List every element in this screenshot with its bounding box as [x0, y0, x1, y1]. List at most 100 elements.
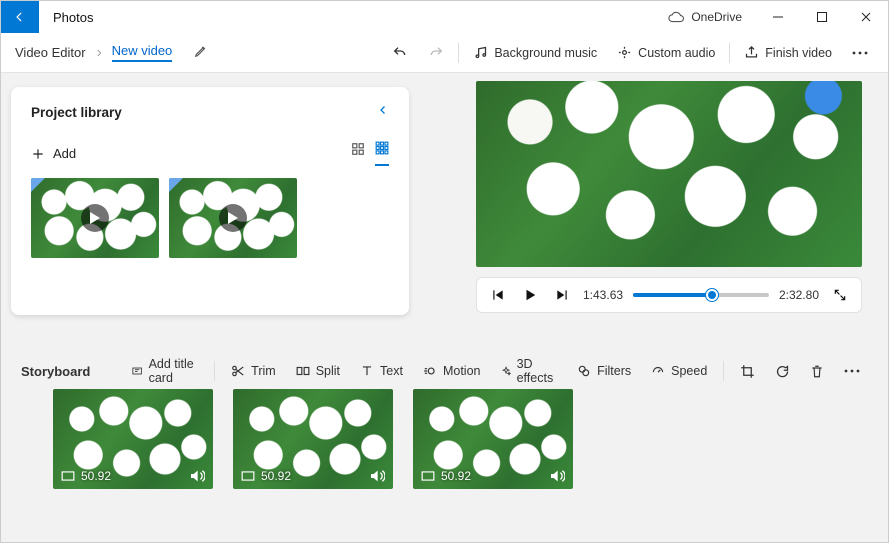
collapse-library-button[interactable]	[377, 103, 389, 121]
trim-icon	[231, 364, 245, 378]
breadcrumb: Video Editor New video	[11, 43, 208, 62]
redo-button[interactable]	[418, 33, 454, 72]
clip-duration: 50.92	[261, 469, 291, 483]
crop-button[interactable]	[732, 360, 763, 383]
library-thumbnails	[31, 178, 389, 258]
back-button[interactable]	[1, 1, 39, 33]
preview-frame	[476, 81, 862, 267]
split-label: Split	[316, 364, 340, 378]
maximize-button[interactable]	[800, 1, 844, 33]
duration-icon	[61, 470, 75, 482]
close-button[interactable]	[844, 1, 888, 33]
large-grid-view-button[interactable]	[351, 142, 365, 165]
clip-volume-button[interactable]	[189, 469, 205, 483]
more-icon	[852, 51, 868, 55]
clip-duration: 50.92	[81, 469, 111, 483]
more-storyboard-button[interactable]	[836, 365, 868, 377]
minimize-button[interactable]	[756, 1, 800, 33]
fullscreen-button[interactable]	[829, 288, 851, 302]
storyboard-title: Storyboard	[21, 364, 90, 379]
text-label: Text	[380, 364, 403, 378]
storyboard-clip[interactable]: 50.92	[233, 389, 393, 489]
filters-label: Filters	[597, 364, 631, 378]
storyboard-toolbar: Storyboard Add title card Trim Split Tex…	[21, 353, 868, 389]
title-card-icon	[132, 365, 142, 377]
filters-icon	[577, 364, 591, 378]
plus-icon	[31, 147, 45, 161]
current-time: 1:43.63	[583, 288, 623, 302]
next-frame-button[interactable]	[551, 284, 573, 306]
play-button[interactable]	[519, 284, 541, 306]
onedrive-button[interactable]: OneDrive	[667, 1, 756, 33]
3d-effects-button[interactable]: 3D effects	[493, 353, 566, 389]
project-library-title: Project library	[31, 105, 122, 120]
volume-icon	[189, 469, 205, 483]
play-icon	[81, 204, 109, 232]
more-toolbar-button[interactable]	[842, 33, 878, 72]
add-title-card-button[interactable]: Add title card	[124, 353, 206, 389]
storyboard-clip[interactable]: 50.92	[413, 389, 573, 489]
skip-back-icon	[491, 288, 505, 302]
volume-icon	[369, 469, 385, 483]
total-time: 2:32.80	[779, 288, 819, 302]
rotate-icon	[775, 364, 790, 379]
delete-button[interactable]	[802, 360, 832, 383]
library-item[interactable]	[169, 178, 297, 258]
add-media-button[interactable]: Add	[31, 146, 76, 161]
play-icon	[523, 288, 537, 302]
pencil-icon	[194, 44, 208, 58]
music-icon	[473, 45, 488, 60]
grid-large-icon	[351, 142, 365, 156]
audio-icon	[617, 45, 632, 60]
crop-icon	[740, 364, 755, 379]
trim-button[interactable]: Trim	[223, 360, 284, 382]
chevron-right-icon	[94, 48, 104, 58]
split-icon	[296, 364, 310, 378]
seek-slider[interactable]	[633, 293, 769, 297]
rotate-button[interactable]	[767, 360, 798, 383]
library-item[interactable]	[31, 178, 159, 258]
breadcrumb-root[interactable]: Video Editor	[15, 45, 86, 60]
storyboard-strip: 50.92 50.92	[53, 389, 573, 489]
skip-forward-icon	[555, 288, 569, 302]
play-icon	[219, 204, 247, 232]
speed-button[interactable]: Speed	[643, 360, 715, 382]
onedrive-label: OneDrive	[691, 10, 742, 24]
rename-button[interactable]	[194, 44, 208, 61]
undo-icon	[392, 45, 408, 61]
motion-button[interactable]: Motion	[415, 360, 489, 382]
volume-icon	[549, 469, 565, 483]
project-library-card: Project library Add	[11, 87, 409, 315]
breadcrumb-current[interactable]: New video	[112, 43, 173, 62]
player-controls: 1:43.63 2:32.80	[476, 277, 862, 313]
cloud-icon	[667, 11, 685, 23]
more-icon	[844, 369, 860, 373]
export-icon	[744, 45, 759, 60]
grid-small-icon	[375, 141, 389, 155]
used-indicator-icon	[169, 178, 183, 192]
motion-icon	[423, 364, 437, 378]
clip-volume-button[interactable]	[369, 469, 385, 483]
undo-button[interactable]	[382, 33, 418, 72]
custom-audio-button[interactable]: Custom audio	[607, 33, 725, 72]
add-media-label: Add	[53, 146, 76, 161]
background-music-button[interactable]: Background music	[463, 33, 607, 72]
motion-label: Motion	[443, 364, 481, 378]
split-button[interactable]: Split	[288, 360, 348, 382]
text-button[interactable]: Text	[352, 360, 411, 382]
used-indicator-icon	[31, 178, 45, 192]
preview-video[interactable]	[476, 81, 862, 267]
previous-frame-button[interactable]	[487, 284, 509, 306]
chevron-left-icon	[377, 104, 389, 116]
duration-icon	[421, 470, 435, 482]
small-grid-view-button[interactable]	[375, 141, 389, 166]
toolbar: Video Editor New video Background music …	[1, 33, 888, 73]
text-icon	[360, 364, 374, 378]
custom-audio-label: Custom audio	[638, 46, 715, 60]
sparkle-icon	[501, 364, 511, 378]
filters-button[interactable]: Filters	[569, 360, 639, 382]
finish-video-button[interactable]: Finish video	[734, 33, 842, 72]
clip-volume-button[interactable]	[549, 469, 565, 483]
add-title-card-label: Add title card	[149, 357, 199, 385]
storyboard-clip[interactable]: 50.92	[53, 389, 213, 489]
